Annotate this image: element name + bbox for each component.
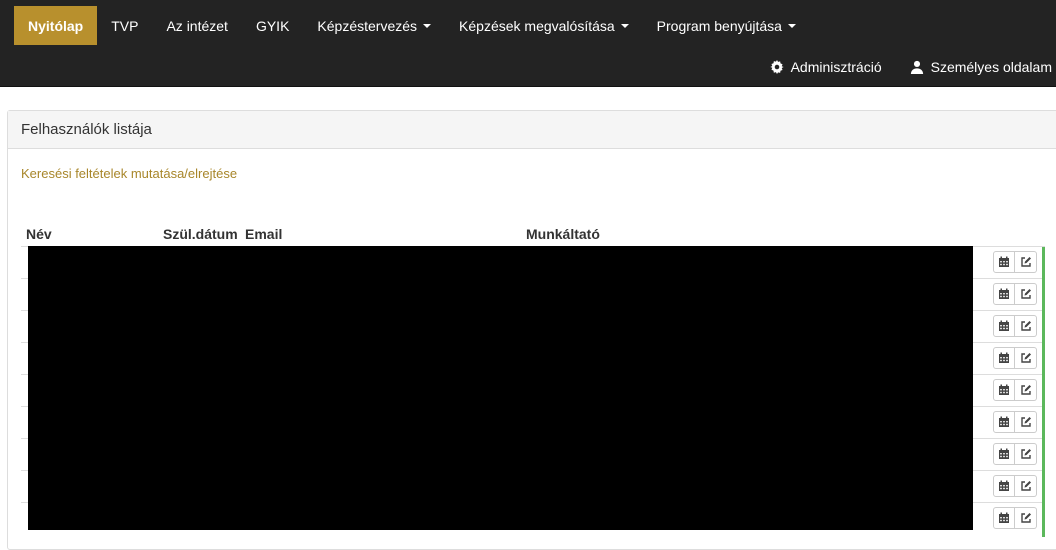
calendar-icon (999, 320, 1009, 331)
calendar-button[interactable] (993, 411, 1015, 433)
caret-down-icon (423, 23, 432, 28)
panel-title: Felhasználók listája (8, 111, 1056, 149)
edit-button[interactable] (1015, 475, 1037, 497)
calendar-icon (999, 512, 1009, 523)
nav-label: Képzések megvalósítása (459, 17, 615, 34)
nav-item-tvp[interactable]: TVP (97, 6, 152, 45)
edit-icon (1020, 417, 1031, 427)
nav-item-adminisztracio[interactable]: Adminisztráció (742, 59, 882, 75)
column-header-szul-datum[interactable]: Szül.dátum (163, 226, 238, 242)
nav-label: TVP (111, 17, 139, 34)
edit-button[interactable] (1015, 315, 1037, 337)
calendar-button[interactable] (993, 379, 1015, 401)
profile-label: Személyes oldalam (930, 59, 1052, 75)
nav-item-gyik[interactable]: GYIK (242, 6, 303, 45)
row-actions (993, 251, 1037, 273)
nav-dropdown-program-benyujtasa[interactable]: Program benyújtása (643, 6, 810, 45)
nav-label: Program benyújtása (656, 17, 782, 34)
calendar-button[interactable] (993, 315, 1015, 337)
calendar-button[interactable] (993, 283, 1015, 305)
row-actions (993, 379, 1037, 401)
nav-dropdown-kepzesek-megvalositasa[interactable]: Képzések megvalósítása (445, 6, 643, 45)
calendar-icon (999, 256, 1009, 267)
edit-button[interactable] (1015, 443, 1037, 465)
calendar-icon (999, 480, 1009, 491)
row-actions (993, 347, 1037, 369)
row-actions (993, 315, 1037, 337)
edit-button[interactable] (1015, 283, 1037, 305)
nav-label: Nyitólap (28, 17, 84, 34)
caret-down-icon (787, 23, 796, 28)
gear-icon (769, 60, 784, 74)
edit-icon (1020, 385, 1031, 395)
calendar-button[interactable] (993, 251, 1015, 273)
nav-label: GYIK (255, 17, 290, 34)
nav-item-az-intezet[interactable]: Az intézet (152, 6, 241, 45)
edit-icon (1020, 353, 1031, 363)
column-header-email[interactable]: Email (245, 226, 282, 242)
nav-item-nyitolap[interactable]: Nyitólap (14, 6, 98, 45)
edit-icon (1020, 321, 1031, 331)
calendar-icon (999, 288, 1009, 299)
user-icon (910, 60, 923, 74)
calendar-icon (999, 416, 1009, 427)
row-actions (993, 411, 1037, 433)
nav-dropdown-kepzestervezes[interactable]: Képzéstervezés (303, 6, 445, 45)
redacted-area (28, 246, 973, 530)
row-actions (993, 443, 1037, 465)
edit-button[interactable] (1015, 411, 1037, 433)
search-toggle-link[interactable]: Keresési feltételek mutatása/elrejtése (21, 166, 237, 181)
row-status-marker (1042, 247, 1045, 537)
calendar-button[interactable] (993, 507, 1015, 529)
column-header-munkaltato[interactable]: Munkáltató (526, 226, 600, 242)
main-nav: Nyitólap TVP Az intézet GYIK Képzésterve… (14, 6, 810, 45)
row-actions (993, 507, 1037, 529)
edit-button[interactable] (1015, 507, 1037, 529)
edit-button[interactable] (1015, 379, 1037, 401)
edit-icon (1020, 289, 1031, 299)
calendar-icon (999, 448, 1009, 459)
nav-item-szemelyes-oldalam[interactable]: Személyes oldalam (882, 59, 1052, 75)
calendar-icon (999, 352, 1009, 363)
edit-icon (1020, 257, 1031, 267)
calendar-button[interactable] (993, 347, 1015, 369)
user-nav: Adminisztráció Személyes oldalam (742, 57, 1052, 77)
nav-label: Képzéstervezés (317, 17, 418, 34)
admin-label: Adminisztráció (790, 59, 882, 75)
edit-icon (1020, 449, 1031, 459)
calendar-button[interactable] (993, 475, 1015, 497)
top-navbar: Nyitólap TVP Az intézet GYIK Képzésterve… (0, 0, 1056, 87)
row-actions (993, 283, 1037, 305)
row-actions (993, 475, 1037, 497)
edit-button[interactable] (1015, 251, 1037, 273)
caret-down-icon (620, 23, 629, 28)
calendar-button[interactable] (993, 443, 1015, 465)
nav-label: Az intézet (166, 17, 228, 34)
edit-icon (1020, 513, 1031, 523)
column-header-nev[interactable]: Név (26, 226, 52, 242)
edit-button[interactable] (1015, 347, 1037, 369)
edit-icon (1020, 481, 1031, 491)
calendar-icon (999, 384, 1009, 395)
